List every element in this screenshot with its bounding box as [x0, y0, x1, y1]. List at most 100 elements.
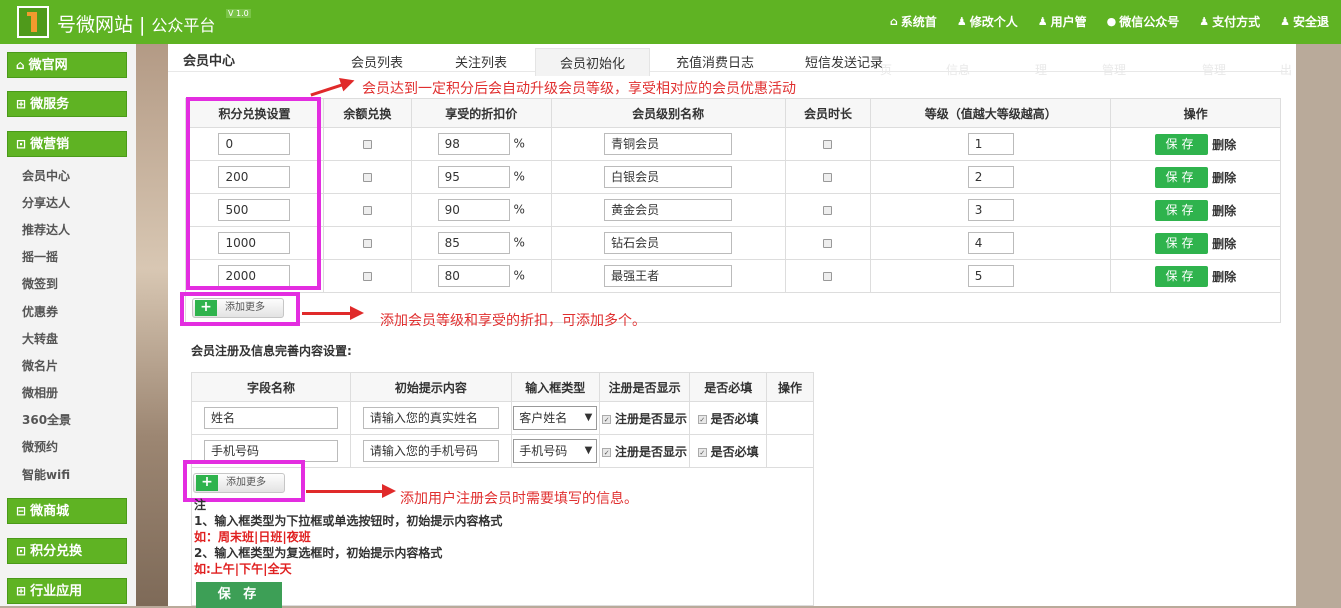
- save-button[interactable]: 保存: [1155, 166, 1209, 188]
- delete-link[interactable]: 删除: [1212, 136, 1236, 153]
- duration-checkbox[interactable]: [823, 206, 833, 215]
- level-name-input[interactable]: 白银会员: [604, 166, 733, 188]
- sidebar-item-booking[interactable]: 微预约: [22, 438, 58, 455]
- discount-input[interactable]: 95: [437, 166, 510, 188]
- grade-input[interactable]: 1: [967, 133, 1014, 155]
- nav-edit-profile[interactable]: ♟ 修改个人: [957, 13, 1018, 30]
- sidebar-item-member-center[interactable]: 会员中心: [22, 167, 70, 184]
- sidebar-section-micro-marketing[interactable]: ⊡ 微营销: [7, 131, 127, 157]
- nav-wechat-account[interactable]: ● 微信公众号: [1107, 13, 1180, 30]
- nav-label: 安全退: [1292, 15, 1329, 29]
- add-more-level-button[interactable]: + 添加更多: [192, 298, 284, 318]
- level-name-cell: 最强王者: [550, 259, 786, 293]
- col-header: 操作: [1110, 98, 1281, 128]
- sidebar-item-panorama[interactable]: 360全景: [22, 411, 71, 428]
- field-name-input[interactable]: 姓名: [203, 407, 338, 429]
- balance-checkbox[interactable]: [362, 206, 372, 215]
- annotation-middle: 添加会员等级和享受的折扣，可添加多个。: [380, 313, 646, 329]
- discount-input[interactable]: 80: [437, 265, 510, 287]
- col-header: 会员级别名称: [550, 98, 786, 128]
- save-button[interactable]: 保存: [1155, 199, 1209, 221]
- level-name-input[interactable]: 钻石会员: [604, 232, 733, 254]
- grade-input[interactable]: 4: [967, 232, 1014, 254]
- discount-cell: 85 %: [410, 226, 552, 260]
- duration-checkbox[interactable]: [823, 140, 833, 149]
- sidebar-section-micro-service[interactable]: ⊞ 微服务: [7, 91, 127, 117]
- nav-logout[interactable]: ♟ 安全退: [1280, 13, 1329, 30]
- section-label: 微服务: [30, 97, 70, 112]
- sidebar-item-album[interactable]: 微相册: [22, 384, 58, 401]
- add-more-field-button[interactable]: + 添加更多: [193, 473, 285, 493]
- hint-input[interactable]: 请输入您的真实姓名: [362, 407, 499, 429]
- balance-checkbox[interactable]: [362, 239, 372, 248]
- tab-recharge-log[interactable]: 充值消费日志: [676, 52, 754, 71]
- discount-input[interactable]: 85: [437, 232, 510, 254]
- level-name-input[interactable]: 青铜会员: [604, 133, 733, 155]
- delete-link[interactable]: 删除: [1212, 169, 1236, 186]
- sidebar-section-micro-site[interactable]: ⌂ 微官网: [7, 52, 127, 78]
- save-button[interactable]: 保存: [1155, 265, 1209, 287]
- delete-link[interactable]: 删除: [1212, 202, 1236, 219]
- input-type-select[interactable]: 手机号码 ▼: [513, 439, 598, 463]
- save-button[interactable]: 保存: [1155, 232, 1209, 254]
- percent-label: %: [513, 235, 525, 250]
- grade-input[interactable]: 2: [967, 166, 1014, 188]
- sidebar-item-wheel[interactable]: 大转盘: [22, 330, 58, 347]
- chat-bubble-icon: ●: [1106, 15, 1117, 28]
- hint-input[interactable]: 请输入您的手机号码: [362, 440, 499, 462]
- sidebar-section-industry[interactable]: ⊞ 行业应用: [7, 578, 127, 604]
- level-name-input[interactable]: 黄金会员: [604, 199, 733, 221]
- balance-checkbox[interactable]: [362, 140, 372, 149]
- action-cell: 保存 删除: [1110, 259, 1281, 293]
- duration-checkbox[interactable]: [823, 239, 833, 248]
- sidebar-item-share[interactable]: 分享达人: [22, 194, 70, 211]
- table-header-row: 积分兑换设置 余额兑换 享受的折扣价 会员级别名称 会员时长 等级（值越大等级越…: [185, 98, 1281, 128]
- level-name-input[interactable]: 最强王者: [604, 265, 733, 287]
- required-checkbox[interactable]: ✓: [697, 414, 707, 424]
- annotation-arrow: [306, 484, 396, 498]
- nav-label: 系统首: [900, 15, 937, 29]
- col-header: 是否必填: [689, 372, 768, 402]
- field-name-input[interactable]: 手机号码: [203, 440, 338, 462]
- sidebar-item-wifi[interactable]: 智能wifi: [22, 466, 70, 483]
- required-checkbox[interactable]: ✓: [697, 447, 707, 457]
- delete-link[interactable]: 删除: [1212, 268, 1236, 285]
- grade-input[interactable]: 5: [967, 265, 1014, 287]
- tab-member-init[interactable]: 会员初始化: [535, 48, 651, 76]
- duration-checkbox[interactable]: [823, 173, 833, 182]
- show-checkbox[interactable]: ✓: [602, 414, 612, 424]
- discount-input[interactable]: 90: [437, 199, 510, 221]
- main-panel: 会员中心 会员列表 关注列表 会员初始化 充值消费日志 短信发送记录 页 信息 …: [168, 44, 1296, 608]
- discount-input[interactable]: 98: [437, 133, 510, 155]
- top-bar: 号微网站 | 公众平台 V 1.0 ⌂ 系统首 ♟ 修改个人 ♟ 用户管 ● 微信公众号 ♟…: [0, 0, 1341, 44]
- nav-user-manage[interactable]: ♟ 用户管: [1038, 13, 1087, 30]
- grade-cell: 1: [870, 127, 1112, 161]
- sidebar-section-mall[interactable]: ⊟ 微商城: [7, 498, 127, 524]
- sidebar-section-points[interactable]: ⊡ 积分兑换: [7, 538, 127, 564]
- add-more-label: 添加更多: [225, 302, 265, 313]
- sidebar-item-shake[interactable]: 摇一摇: [22, 248, 58, 265]
- input-type-select[interactable]: 客户姓名 ▼: [513, 406, 598, 430]
- save-settings-button[interactable]: 保 存: [196, 582, 282, 608]
- sidebar-item-checkin[interactable]: 微签到: [22, 275, 58, 292]
- op-cell: [766, 434, 814, 468]
- show-checkbox[interactable]: ✓: [602, 447, 612, 457]
- nav-payment[interactable]: ♟ 支付方式: [1199, 13, 1260, 30]
- balance-checkbox[interactable]: [362, 272, 372, 281]
- balance-checkbox[interactable]: [362, 173, 372, 182]
- faint-label: 页: [880, 63, 893, 77]
- save-button[interactable]: 保存: [1155, 133, 1209, 155]
- duration-checkbox[interactable]: [823, 272, 833, 281]
- tab-member-list[interactable]: 会员列表: [351, 52, 403, 71]
- col-header: 操作: [766, 372, 814, 402]
- sidebar-item-coupon[interactable]: 优惠券: [22, 303, 58, 320]
- grade-input[interactable]: 3: [967, 199, 1014, 221]
- tab-sms-log[interactable]: 短信发送记录: [805, 52, 883, 71]
- sidebar-item-card[interactable]: 微名片: [22, 357, 58, 374]
- annotation-top: 会员达到一定积分后会自动升级会员等级，享受相对应的会员优惠活动: [362, 81, 796, 97]
- site-subtitle: 公众平台: [151, 16, 216, 35]
- sidebar-item-recommend[interactable]: 推荐达人: [22, 221, 70, 238]
- tab-follow-list[interactable]: 关注列表: [455, 52, 507, 71]
- nav-home[interactable]: ⌂ 系统首: [890, 13, 937, 30]
- delete-link[interactable]: 删除: [1212, 235, 1236, 252]
